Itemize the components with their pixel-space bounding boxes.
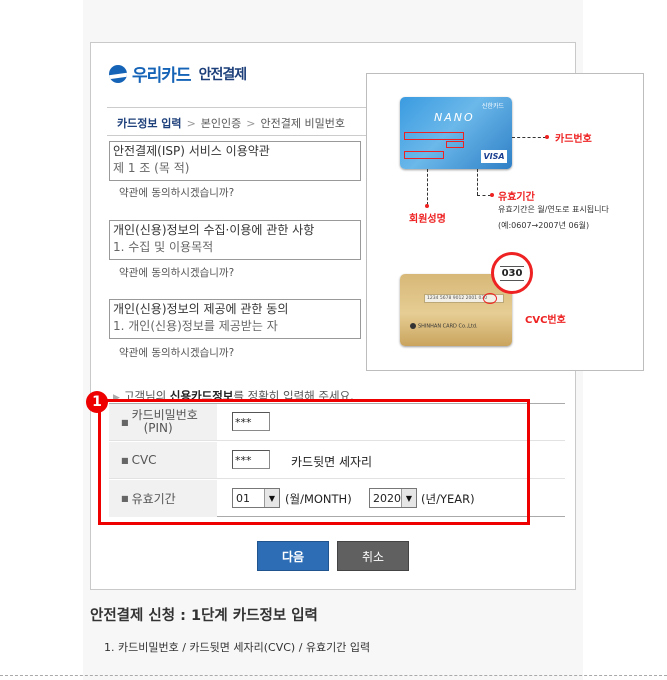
- cvc-highlight: [483, 293, 497, 304]
- callout-dot: [490, 193, 494, 197]
- terms-isp-agree: 약관에 동의하시겠습니까?: [119, 187, 235, 199]
- step-separator: >: [246, 117, 256, 130]
- caption-title: 안전결제 신청 : 1단계 카드정보 입력: [90, 608, 318, 624]
- terms-isp-title: 안전결제(ISP) 서비스 이용약관: [113, 144, 270, 158]
- card-guide-panel: 신한카드 NANO VISA 카드번호 유효기간 유효기간은 월/연도로 표시됩…: [366, 73, 644, 371]
- terms-isp-cut-line: 제 1 조 (목 적): [113, 161, 190, 175]
- member-name-callout: 회원성명: [409, 214, 446, 225]
- woori-logo-icon: [109, 64, 127, 83]
- step-separator: >: [186, 117, 196, 130]
- name-highlight: [404, 151, 444, 159]
- terms-collect-agree: 약관에 동의하시겠습니까?: [119, 267, 235, 279]
- card-front-logo: NANO: [434, 111, 475, 124]
- card-number-leader: [512, 137, 546, 138]
- step-password: 안전결제 비밀번호: [260, 117, 345, 130]
- woori-card-logo: 우리카드 안전결제: [109, 61, 248, 86]
- form-highlight-box: [98, 399, 530, 525]
- logo-sub-text: 안전결제: [198, 66, 248, 83]
- terms-provide-cut-line: 1. 개인(신용)정보를 제공받는 자: [113, 319, 278, 333]
- caption-item: 1. 카드비밀번호 / 카드뒷면 세자리(CVC) / 유효기간 입력: [104, 641, 371, 654]
- step-identity: 본인인증: [200, 117, 242, 130]
- callout-dot: [545, 135, 549, 139]
- next-button[interactable]: 다음: [257, 541, 329, 571]
- card-number-highlight: [404, 132, 464, 140]
- card-front-brand: 신한카드: [481, 103, 504, 110]
- step-number-badge: 1: [86, 391, 108, 413]
- terms-isp-box[interactable]: 안전결제(ISP) 서비스 이용약관 제 1 조 (목 적): [109, 141, 361, 181]
- expiry-highlight: [446, 141, 464, 148]
- expiry-callout: 유효기간: [498, 192, 535, 203]
- card-back-issuer: SHINHAN CARD Co.,Ltd.: [410, 323, 478, 330]
- visa-logo: VISA: [481, 150, 507, 163]
- terms-collect-box[interactable]: 개인(신용)정보의 수집·이용에 관한 사항 1. 수집 및 이용목적: [109, 220, 361, 260]
- expiry-note-2: (예:0607→2007년 06월): [498, 221, 590, 230]
- terms-provide-title: 개인(신용)정보의 제공에 관한 동의: [113, 302, 289, 316]
- terms-collect-title: 개인(신용)정보의 수집·이용에 관한 사항: [113, 223, 315, 237]
- expiry-note-1: 유효기간은 월/연도로 표시됩니다: [498, 205, 609, 214]
- step-breadcrumb: 카드정보 입력 > 본인인증 > 안전결제 비밀번호: [117, 115, 367, 131]
- steps-top-divider: [107, 107, 367, 108]
- step-card-info: 카드정보 입력: [117, 117, 182, 130]
- cancel-button[interactable]: 취소: [337, 541, 409, 571]
- terms-provide-agree: 약관에 동의하시겠습니까?: [119, 347, 235, 359]
- expiry-leader-h: [477, 195, 491, 196]
- logo-brand-text: 우리카드: [132, 66, 192, 86]
- terms-collect-cut-line: 1. 수집 및 이용목적: [113, 240, 214, 254]
- steps-bottom-divider: [107, 135, 367, 136]
- card-front-image: 신한카드 NANO VISA: [400, 97, 512, 169]
- callout-dot: [425, 204, 429, 208]
- card-number-callout: 카드번호: [555, 134, 592, 145]
- cvc-callout: CVC번호: [525, 315, 566, 326]
- dashed-divider: [0, 675, 667, 676]
- terms-provide-box[interactable]: 개인(신용)정보의 제공에 관한 동의 1. 개인(신용)정보를 제공받는 자: [109, 299, 361, 339]
- cvc-zoom-value: 030: [499, 265, 525, 281]
- issuer-logo-icon: [410, 323, 416, 329]
- cvc-zoom-circle: 030: [491, 252, 533, 294]
- member-name-leader: [427, 169, 428, 205]
- expiry-leader-v: [477, 169, 478, 195]
- issuer-text: SHINHAN CARD Co.,Ltd.: [418, 323, 478, 330]
